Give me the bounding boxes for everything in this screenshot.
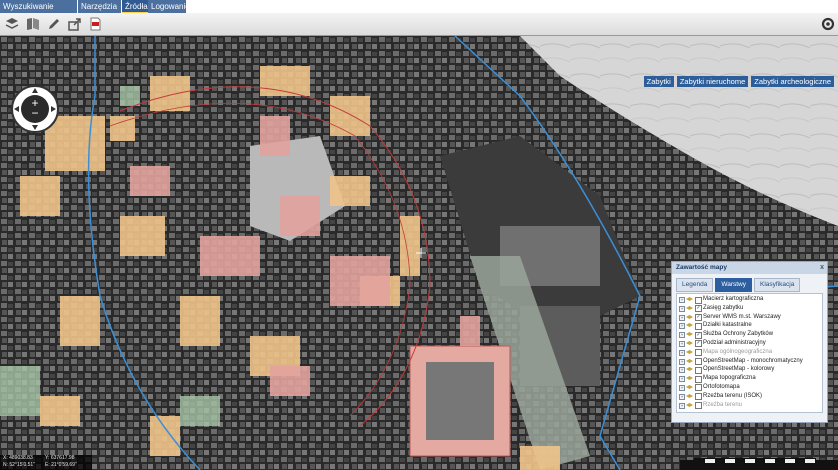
- layer-row[interactable]: + ✓ Podział administracyjny: [677, 339, 822, 348]
- layer-row[interactable]: + Rzeźba terenu: [677, 401, 822, 410]
- svg-text:−: −: [31, 106, 38, 120]
- pdf-icon[interactable]: [86, 15, 104, 33]
- layer-row[interactable]: + OpenStreetMap - monochromatyczny: [677, 357, 822, 366]
- share-icon[interactable]: [66, 15, 84, 33]
- tab-klasyfikacja[interactable]: Klasyfikacja: [754, 278, 801, 292]
- coordinates-readout: X: 489038.83 Y: 637617.98 N: 52°15'0.51" E…: [0, 455, 92, 470]
- expand-icon[interactable]: +: [679, 314, 685, 321]
- layer-checkbox[interactable]: ✓: [695, 331, 702, 339]
- layer-row[interactable]: + Rzeźba terenu (ISOK): [677, 392, 822, 401]
- layer-checkbox[interactable]: [695, 296, 702, 304]
- layer-row[interactable]: + Ortofotomapa: [677, 383, 822, 392]
- layer-icon: [686, 314, 693, 319]
- layer-label: Służba Ochrony Zabytków: [703, 331, 774, 338]
- layer-icon: [686, 323, 693, 328]
- zabytki-archeologiczne-button[interactable]: Zabytki archeologiczne: [751, 76, 834, 87]
- layer-checkbox[interactable]: [695, 402, 702, 410]
- coord-n: N: 52°15'0.51": [3, 462, 35, 468]
- layer-checkbox[interactable]: [695, 358, 702, 366]
- layer-label: Mapa topograficzna: [703, 375, 756, 382]
- layer-icon: [686, 402, 693, 407]
- expand-icon[interactable]: +: [679, 323, 685, 330]
- layer-list: + Macierz kartograficzna + ✓ Zasięg zabytku +…: [676, 293, 823, 413]
- expand-icon[interactable]: +: [679, 349, 685, 356]
- tab-wyszukiwanie[interactable]: Wyszukiwanie: [0, 0, 77, 13]
- tab-logowanie[interactable]: Logowanie: [148, 0, 190, 13]
- tab-warstwy[interactable]: Warstwy: [715, 278, 752, 292]
- layer-icon: [686, 332, 693, 337]
- layer-icon: [686, 358, 693, 363]
- layer-row[interactable]: + Mapa ogólnogeograficzna: [677, 348, 822, 357]
- layer-label: Mapa ogólnogeograficzna: [703, 348, 773, 355]
- layer-checkbox[interactable]: ✓: [695, 340, 702, 348]
- layer-icon: [686, 349, 693, 354]
- navigation-control[interactable]: + −: [10, 84, 60, 134]
- layer-label: Ortofotomapa: [703, 383, 740, 390]
- layer-row[interactable]: + ✓ Zasięg zabytku: [677, 304, 822, 313]
- settings-icon[interactable]: [819, 15, 837, 33]
- expand-icon[interactable]: +: [679, 402, 685, 409]
- pencil-icon[interactable]: [45, 15, 63, 33]
- layer-icon: [686, 297, 693, 301]
- layer-row[interactable]: + ✓ Służba Ochrony Zabytków: [677, 330, 822, 339]
- layer-checkbox[interactable]: ✓: [695, 314, 702, 322]
- scale-bar: [694, 458, 816, 464]
- panel-title: Zawartość mapy: [676, 264, 727, 271]
- layer-row[interactable]: + Macierz kartograficzna: [677, 295, 822, 304]
- layer-label: Macierz kartograficzna: [703, 296, 764, 302]
- expand-icon[interactable]: +: [679, 305, 685, 312]
- layer-label: Działki katastralne: [703, 322, 752, 329]
- layer-checkbox[interactable]: [695, 349, 702, 357]
- layer-label: Rzeźba terenu: [703, 401, 743, 408]
- layer-icon: [686, 384, 693, 389]
- close-icon[interactable]: x: [820, 262, 824, 274]
- expand-icon[interactable]: +: [679, 358, 685, 365]
- layer-icon: [686, 340, 693, 345]
- expand-icon[interactable]: +: [679, 332, 685, 339]
- panel-tabs: Legenda Warstwy Klasyfikacja: [672, 278, 827, 292]
- layer-checkbox[interactable]: [695, 322, 702, 330]
- layer-icon: [686, 393, 693, 398]
- expand-icon[interactable]: +: [679, 367, 685, 374]
- layer-label: Zasięg zabytku: [703, 304, 744, 311]
- layer-checkbox[interactable]: [695, 375, 702, 383]
- zabytki-nieruchome-button[interactable]: Zabytki nieruchome: [676, 76, 749, 87]
- coord-e: E: 21°0'59.69": [45, 462, 77, 468]
- panel-title-bar: Zawartość mapy x: [672, 262, 827, 274]
- layer-icon: [686, 376, 693, 381]
- layer-icon: [686, 305, 693, 310]
- layer-row[interactable]: + Działki katastralne: [677, 321, 822, 330]
- layers-icon[interactable]: [3, 15, 21, 33]
- top-menu-bar: Wyszukiwanie Narzędzia Źródła danych Log…: [0, 0, 838, 24]
- layer-label: OpenStreetMap - monochromatyczny: [703, 357, 803, 364]
- map-theme-icon[interactable]: [24, 15, 42, 33]
- zabytki-button[interactable]: Zabytki: [643, 76, 674, 87]
- tab-legenda[interactable]: Legenda: [676, 278, 714, 292]
- layer-switcher: Zabytki Zabytki nieruchome Zabytki arche…: [641, 76, 834, 87]
- toolbar: [0, 13, 838, 36]
- tab-narzedzia[interactable]: Narzędzia: [78, 0, 121, 13]
- layer-checkbox[interactable]: ✓: [695, 305, 702, 313]
- layer-label: Rzeźba terenu (ISOK): [703, 392, 763, 399]
- expand-icon[interactable]: +: [679, 393, 685, 400]
- map-content-panel: Zawartość mapy x Legenda Warstwy Klasyfi…: [671, 261, 828, 423]
- expand-icon[interactable]: +: [679, 340, 685, 347]
- layer-checkbox[interactable]: [695, 366, 702, 374]
- coord-x: X: 489038.83: [3, 455, 33, 461]
- layer-row[interactable]: + ✓ Server WMS m.st. Warszawy: [677, 313, 822, 322]
- expand-icon[interactable]: +: [679, 384, 685, 391]
- layer-label: Server WMS m.st. Warszawy: [703, 313, 781, 320]
- layer-label: OpenStreetMap - kolorowy: [703, 366, 775, 373]
- layer-icon: [686, 367, 693, 372]
- expand-icon[interactable]: +: [679, 297, 685, 303]
- expand-icon[interactable]: +: [679, 376, 685, 383]
- layer-checkbox[interactable]: [695, 393, 702, 401]
- layer-checkbox[interactable]: [695, 384, 702, 392]
- coord-y: Y: 637617.98: [45, 455, 75, 461]
- layer-label: Podział administracyjny: [703, 339, 766, 346]
- layer-row[interactable]: + Mapa topograficzna: [677, 374, 822, 383]
- layer-row[interactable]: + OpenStreetMap - kolorowy: [677, 365, 822, 374]
